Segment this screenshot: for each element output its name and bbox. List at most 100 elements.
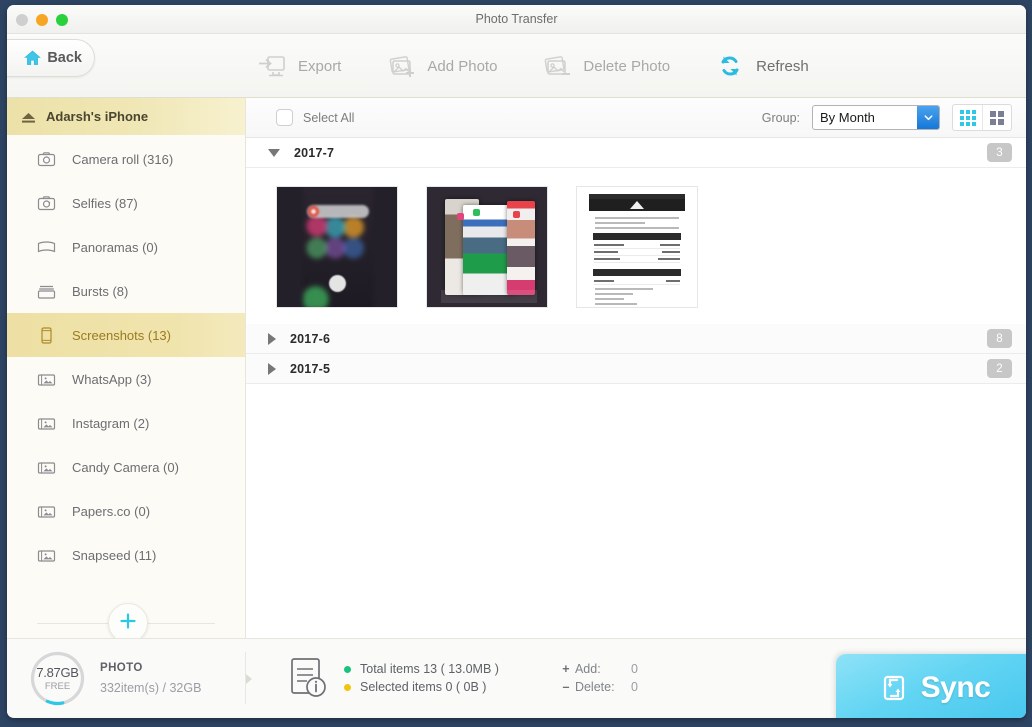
album-icon [37,458,56,477]
storage-kind: PHOTO [100,661,143,674]
add-counter-label: Add: [574,662,601,676]
sidebar: Adarsh's iPhone Camera roll (316) Selfie… [7,98,246,638]
select-all-checkbox[interactable] [276,109,293,126]
sidebar-item-bursts[interactable]: Bursts (8) [7,269,245,313]
document-info-icon [288,656,330,700]
group-header-2017-5[interactable]: 2017-5 2 [246,354,1026,384]
thumbnail-image [427,187,547,307]
device-row[interactable]: Adarsh's iPhone [7,98,245,135]
thumbnail-app-switcher[interactable] [426,186,548,308]
camera-icon [37,150,56,169]
sidebar-item-label: Bursts (8) [72,283,129,299]
add-counter-value: 0 [630,662,638,676]
thumbnail-power-off-screen[interactable] [276,186,398,308]
content-header-right: Group: By Month [762,104,1012,131]
album-icon [37,414,56,433]
sync-button[interactable]: Sync [836,654,1026,718]
sidebar-item-label: Camera roll (316) [72,151,174,167]
grid-small-icon [959,109,976,126]
storage-free-label: FREE [44,680,71,692]
sidebar-item-snapseed[interactable]: Snapseed (11) [7,533,245,577]
sync-icon [879,672,909,704]
group-header-2017-6[interactable]: 2017-6 8 [246,324,1026,354]
group-count-badge: 8 [987,329,1012,348]
add-album-button[interactable] [108,603,148,638]
sidebar-item-instagram[interactable]: Instagram (2) [7,401,245,445]
sidebar-item-label: WhatsApp (3) [72,371,152,387]
add-photo-icon [386,52,416,80]
sidebar-item-screenshots[interactable]: Screenshots (13) [7,313,245,357]
home-icon [24,50,42,66]
sidebar-item-papers-co[interactable]: Papers.co (0) [7,489,245,533]
export-button-label: Export [298,57,342,75]
add-album-row [7,597,245,638]
storage-text: PHOTO 332item(s) / 32GB [100,662,201,695]
sidebar-item-candy-camera[interactable]: Candy Camera (0) [7,445,245,489]
delete-counter-label: Delete: [574,680,615,694]
body-split: Adarsh's iPhone Camera roll (316) Selfie… [7,98,1026,638]
add-photo-button[interactable]: Add Photo [386,52,497,80]
footer-divider[interactable] [245,652,252,704]
selfie-camera-icon [37,194,56,213]
add-counter-row: + Add: 0 [557,662,638,676]
sidebar-item-selfies[interactable]: Selfies (87) [7,181,245,225]
chevron-down-icon[interactable] [268,148,280,157]
delete-photo-button[interactable]: Delete Photo [542,52,670,80]
album-icon [37,370,56,389]
export-button[interactable]: Export [257,52,341,80]
content-pane: Select All Group: By Month 2017-7 3 2017… [246,98,1026,638]
group-title: 2017-6 [290,331,331,346]
sidebar-item-label: Selfies (87) [72,195,138,211]
chevron-down-icon[interactable] [917,106,939,129]
refresh-button[interactable]: Refresh [715,52,809,80]
delete-counter-row: – Delete: 0 [557,680,638,694]
selected-items-row: Selected items 0 ( 0B ) [344,680,499,694]
group-label: Group: [761,110,800,125]
select-all-label: Select All [303,110,355,125]
sidebar-item-label: Screenshots (13) [72,327,171,343]
sidebar-item-label: Panoramas (0) [72,239,158,255]
selected-items-text: Selected items 0 ( 0B ) [360,680,487,694]
thumbnail-image [277,187,397,307]
content-header: Select All Group: By Month [246,98,1026,138]
sidebar-item-whatsapp[interactable]: WhatsApp (3) [7,357,245,401]
storage-ring: 7.87GB FREE [29,650,86,707]
thumbnail-order-confirmation[interactable] [576,186,698,308]
sidebar-item-panoramas[interactable]: Panoramas (0) [7,225,245,269]
storage-free-amount: 7.87GB [36,664,79,680]
add-photo-button-label: Add Photo [427,57,498,75]
group-title: 2017-5 [290,361,331,376]
delete-photo-icon [542,52,572,80]
sidebar-item-camera-roll[interactable]: Camera roll (316) [7,137,245,181]
chevron-right-icon[interactable] [268,362,276,375]
status-dot-total [344,665,351,673]
delete-counter-value: 0 [630,680,638,694]
eject-icon[interactable] [21,111,36,123]
export-icon [257,52,287,80]
chevron-right-icon[interactable] [268,332,276,345]
album-icon [37,502,56,521]
sync-button-label: Sync [920,671,991,704]
view-small-button[interactable] [953,105,982,130]
refresh-icon [715,52,745,80]
grid-large-icon [990,110,1004,125]
plus-icon [118,611,138,636]
sidebar-item-label: Papers.co (0) [72,503,151,519]
delete-photo-button-label: Delete Photo [583,57,671,75]
toolbar-actions: Export Add Photo Delete Photo Refresh [257,34,854,98]
group-select[interactable]: By Month [812,105,940,130]
storage-count: 332item(s) / 32GB [100,680,202,695]
group-header-2017-7[interactable]: 2017-7 3 [246,138,1026,168]
group-title: 2017-7 [294,145,335,160]
sidebar-item-label: Snapseed (11) [72,547,157,563]
select-all-control[interactable]: Select All [276,109,354,126]
title-bar: Photo Transfer [7,5,1026,34]
group-count-badge: 2 [987,359,1012,378]
view-large-button[interactable] [982,105,1011,130]
back-button[interactable]: Back [7,39,95,77]
thumbnail-image [577,187,697,307]
items-stats: Total items 13 ( 13.0MB ) Selected items… [246,656,499,700]
view-toggle-group [952,104,1012,131]
total-items-text: Total items 13 ( 13.0MB ) [360,662,499,676]
device-name: Adarsh's iPhone [46,109,149,124]
